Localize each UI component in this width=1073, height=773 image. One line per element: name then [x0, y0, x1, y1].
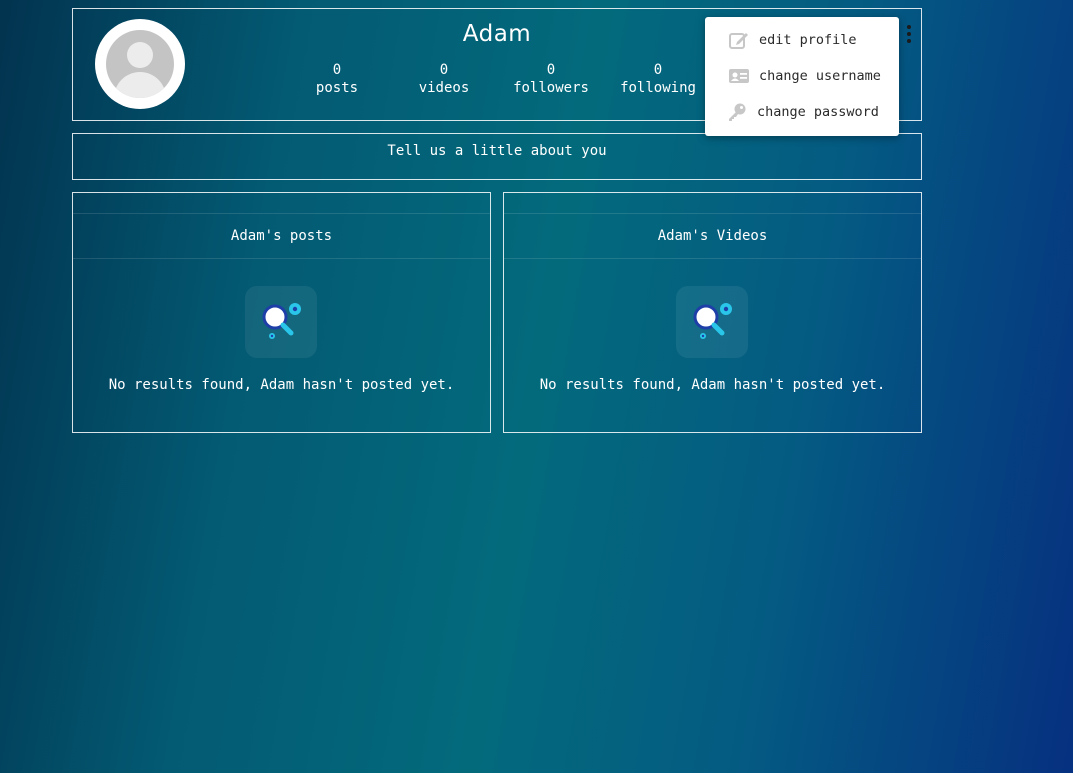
videos-card: Adam's Videos No results found, Adam has… — [503, 192, 922, 433]
profile-options-menu: edit profile change username change pass… — [705, 17, 899, 136]
key-icon — [725, 100, 749, 124]
no-results-magnifier-icon — [676, 286, 748, 358]
menu-item-edit-profile[interactable]: edit profile — [705, 25, 899, 55]
stat-videos[interactable]: 0 videos — [394, 61, 494, 97]
edit-icon — [727, 28, 751, 52]
stat-videos-count: 0 — [439, 62, 449, 78]
stat-videos-label: videos — [418, 80, 470, 96]
menu-item-label: change username — [759, 68, 881, 84]
stat-followers-count: 0 — [546, 62, 556, 78]
videos-empty-message: No results found, Adam hasn't posted yet… — [539, 377, 886, 393]
about-prompt: Tell us a little about you — [387, 143, 607, 159]
more-options-icon[interactable] — [906, 25, 912, 43]
about-card[interactable]: Tell us a little about you — [72, 133, 922, 180]
posts-section-title: Adam's posts — [73, 213, 490, 259]
stat-followers-label: followers — [513, 80, 589, 96]
stat-posts-count: 0 — [332, 62, 342, 78]
menu-item-label: edit profile — [759, 32, 857, 48]
no-results-magnifier-icon — [245, 286, 317, 358]
stat-followers[interactable]: 0 followers — [501, 61, 601, 97]
stat-posts[interactable]: 0 posts — [287, 61, 387, 97]
menu-item-change-username[interactable]: change username — [705, 61, 899, 91]
menu-item-label: change password — [757, 104, 879, 120]
id-card-icon — [727, 64, 751, 88]
stat-posts-label: posts — [315, 80, 359, 96]
posts-card: Adam's posts No results found, Adam hasn… — [72, 192, 491, 433]
videos-section-title: Adam's Videos — [504, 213, 921, 259]
stat-following-label: following — [620, 80, 696, 96]
posts-empty-message: No results found, Adam hasn't posted yet… — [108, 377, 455, 393]
menu-item-change-password[interactable]: change password — [705, 97, 899, 127]
stat-following-count: 0 — [653, 62, 663, 78]
stat-following[interactable]: 0 following — [608, 61, 708, 97]
